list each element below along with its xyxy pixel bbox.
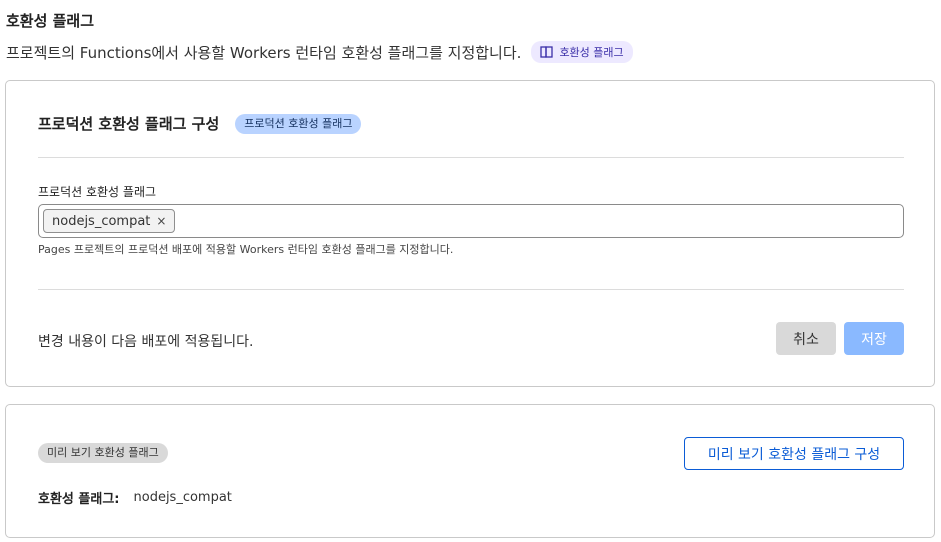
header-description: 프로젝트의 Functions에서 사용할 Workers 런타임 호환성 플래…	[6, 41, 633, 63]
production-help-text: Pages 프로젝트의 프로덕션 배포에 적용할 Workers 런타임 호환성…	[38, 243, 454, 256]
preview-badge: 미리 보기 호환성 플래그	[38, 443, 168, 463]
footer-note: 변경 내용이 다음 배포에 적용됩니다.	[38, 334, 254, 350]
flag-tag-label: nodejs_compat	[52, 213, 151, 229]
flag-tag: nodejs_compat ×	[43, 209, 176, 233]
close-icon[interactable]: ×	[156, 214, 166, 228]
book-icon	[540, 46, 554, 58]
divider	[38, 157, 904, 158]
header-title: 호환성 플래그	[6, 12, 95, 30]
production-title-row: 프로덕션 호환성 플래그 구성 프로덕션 호환성 플래그	[38, 113, 362, 134]
docs-link-badge[interactable]: 호환성 플래그	[531, 41, 633, 63]
divider	[38, 289, 904, 290]
save-button[interactable]: 저장	[844, 322, 904, 355]
production-flags-card: 프로덕션 호환성 플래그 구성 프로덕션 호환성 플래그 프로덕션 호환성 플래…	[5, 80, 935, 387]
production-field-label: 프로덕션 호환성 플래그	[38, 185, 157, 199]
preview-flags-value: nodejs_compat	[133, 490, 232, 505]
configure-preview-flags-button[interactable]: 미리 보기 호환성 플래그 구성	[684, 437, 904, 470]
preview-flags-label: 호환성 플래그:	[38, 492, 120, 507]
preview-flags-card: 미리 보기 호환성 플래그 미리 보기 호환성 플래그 구성 호환성 플래그: …	[5, 404, 935, 538]
production-badge: 프로덕션 호환성 플래그	[235, 113, 362, 134]
production-flags-input[interactable]: nodejs_compat ×	[38, 204, 904, 238]
cancel-button[interactable]: 취소	[776, 322, 836, 355]
header-description-text: 프로젝트의 Functions에서 사용할 Workers 런타임 호환성 플래…	[6, 43, 522, 62]
docs-link-label: 호환성 플래그	[559, 46, 624, 59]
production-title: 프로덕션 호환성 플래그 구성	[38, 115, 220, 133]
preview-flags-row: 호환성 플래그: nodejs_compat	[38, 488, 232, 507]
